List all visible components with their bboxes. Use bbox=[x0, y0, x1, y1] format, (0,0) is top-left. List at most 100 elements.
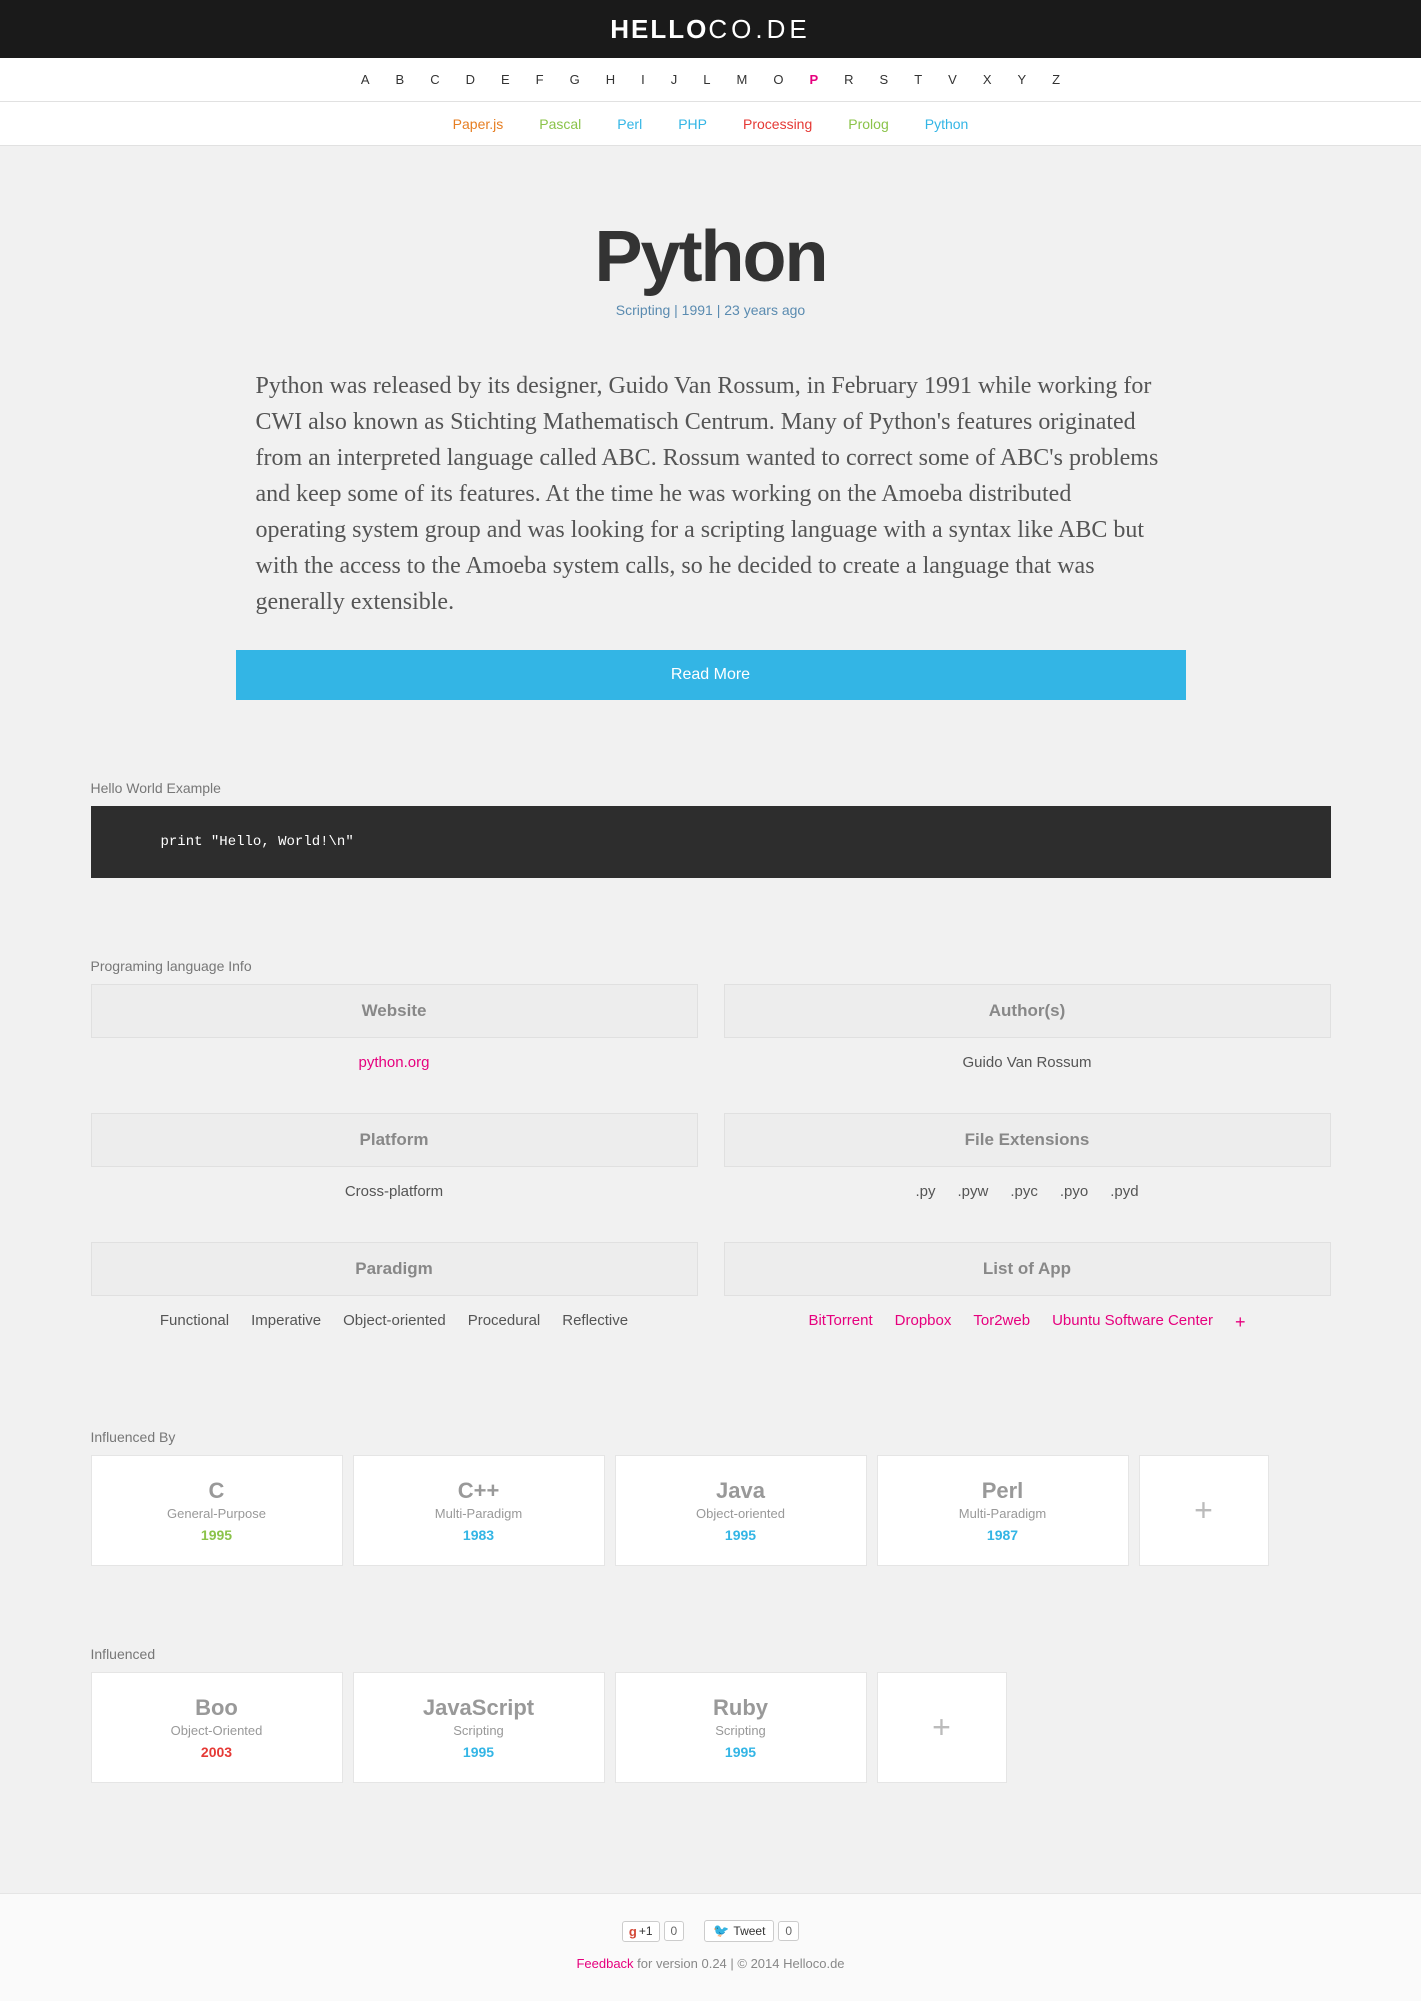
alpha-v[interactable]: V bbox=[948, 72, 957, 87]
alpha-y[interactable]: Y bbox=[1018, 72, 1027, 87]
info-value: Cross-platform bbox=[345, 1183, 443, 1200]
card-year: 1995 bbox=[624, 1744, 858, 1760]
alpha-c[interactable]: C bbox=[430, 72, 439, 87]
alpha-l[interactable]: L bbox=[703, 72, 710, 87]
card-year: 1995 bbox=[100, 1527, 334, 1543]
info-value: Procedural bbox=[468, 1312, 541, 1329]
hello-world-label: Hello World Example bbox=[91, 780, 1331, 796]
add-card-button[interactable]: + bbox=[877, 1672, 1007, 1783]
alpha-e[interactable]: E bbox=[501, 72, 510, 87]
card-tag: General-Purpose bbox=[100, 1506, 334, 1521]
info-head: Paradigm bbox=[91, 1242, 698, 1296]
info-value: Imperative bbox=[251, 1312, 321, 1329]
info-value: Guido Van Rossum bbox=[963, 1054, 1092, 1071]
footer-text: Feedback for version 0.24 | © 2014 Hello… bbox=[0, 1956, 1421, 1971]
card-year: 1995 bbox=[362, 1744, 596, 1760]
feedback-link[interactable]: Feedback bbox=[576, 1956, 633, 1971]
card-name: C bbox=[100, 1478, 334, 1504]
alpha-s[interactable]: S bbox=[880, 72, 889, 87]
alpha-f[interactable]: F bbox=[536, 72, 544, 87]
lang-card-javascript[interactable]: JavaScriptScripting1995 bbox=[353, 1672, 605, 1783]
alpha-x[interactable]: X bbox=[983, 72, 992, 87]
info-body: .py.pyw.pyc.pyo.pyd bbox=[724, 1167, 1331, 1216]
top-bar: HELLOCO.DE bbox=[0, 0, 1421, 58]
intro-paragraph: Python was released by its designer, Gui… bbox=[236, 368, 1186, 620]
info-value: .pyw bbox=[957, 1183, 988, 1200]
twitter-icon: 🐦 bbox=[713, 1923, 729, 1939]
subnav-prolog[interactable]: Prolog bbox=[848, 116, 888, 132]
add-card-button[interactable]: + bbox=[1139, 1455, 1269, 1566]
alpha-i[interactable]: I bbox=[641, 72, 645, 87]
info-value: Reflective bbox=[562, 1312, 628, 1329]
page-title: Python bbox=[0, 216, 1421, 298]
info-link[interactable]: Tor2web bbox=[973, 1312, 1030, 1333]
card-year: 1987 bbox=[886, 1527, 1120, 1543]
info-cell-website: Website python.org bbox=[91, 984, 698, 1087]
subnav-processing[interactable]: Processing bbox=[743, 116, 812, 132]
hello-world-code: print "Hello, World!\n" bbox=[91, 806, 1331, 878]
lang-card-c-[interactable]: C++Multi-Paradigm1983 bbox=[353, 1455, 605, 1566]
card-name: Boo bbox=[100, 1695, 334, 1721]
info-body: FunctionalImperativeObject-orientedProce… bbox=[91, 1296, 698, 1345]
logo-bold: HELLO bbox=[610, 14, 708, 44]
tweet-button[interactable]: 🐦Tweet 0 bbox=[704, 1920, 799, 1942]
gplus-button[interactable]: g+1 0 bbox=[622, 1920, 684, 1942]
hello-world-section: Hello World Example print "Hello, World!… bbox=[71, 780, 1351, 878]
subnav-python[interactable]: Python bbox=[925, 116, 969, 132]
alpha-j[interactable]: J bbox=[671, 72, 678, 87]
alpha-p[interactable]: P bbox=[809, 72, 818, 87]
expand-icon[interactable]: + bbox=[1235, 1312, 1246, 1333]
info-link[interactable]: python.org bbox=[359, 1054, 430, 1071]
info-link[interactable]: Ubuntu Software Center bbox=[1052, 1312, 1213, 1333]
info-link[interactable]: BitTorrent bbox=[808, 1312, 872, 1333]
info-value: .py bbox=[915, 1183, 935, 1200]
alpha-t[interactable]: T bbox=[914, 72, 922, 87]
info-head: Website bbox=[91, 984, 698, 1038]
alpha-z[interactable]: Z bbox=[1052, 72, 1060, 87]
info-value: Object-oriented bbox=[343, 1312, 446, 1329]
subnav-perl[interactable]: Perl bbox=[617, 116, 642, 132]
tweet-label: Tweet bbox=[733, 1924, 765, 1938]
influenced-by-label: Influenced By bbox=[91, 1429, 1331, 1445]
info-section: Programing language Info Website python.o… bbox=[71, 958, 1351, 1349]
lang-card-java[interactable]: JavaObject-oriented1995 bbox=[615, 1455, 867, 1566]
subnav-paper-js[interactable]: Paper.js bbox=[453, 116, 504, 132]
card-tag: Multi-Paradigm bbox=[886, 1506, 1120, 1521]
info-cell-paradigm: ParadigmFunctionalImperativeObject-orien… bbox=[91, 1242, 698, 1349]
alpha-h[interactable]: H bbox=[606, 72, 615, 87]
subnav-pascal[interactable]: Pascal bbox=[539, 116, 581, 132]
gplus-label: +1 bbox=[639, 1924, 653, 1938]
info-body: python.org bbox=[91, 1038, 698, 1087]
alpha-b[interactable]: B bbox=[396, 72, 405, 87]
info-cell-list-of-app: List of App BitTorrent Dropbox Tor2web Ubunt… bbox=[724, 1242, 1331, 1349]
alpha-r[interactable]: R bbox=[844, 72, 853, 87]
lang-card-perl[interactable]: PerlMulti-Paradigm1987 bbox=[877, 1455, 1129, 1566]
info-head: List of App bbox=[724, 1242, 1331, 1296]
card-name: C++ bbox=[362, 1478, 596, 1504]
info-head: File Extensions bbox=[724, 1113, 1331, 1167]
read-more-button[interactable]: Read More bbox=[236, 650, 1186, 700]
title-block: Python Scripting | 1991 | 23 years ago bbox=[0, 216, 1421, 318]
lang-card-boo[interactable]: BooObject-Oriented2003 bbox=[91, 1672, 343, 1783]
card-tag: Object-Oriented bbox=[100, 1723, 334, 1738]
alpha-m[interactable]: M bbox=[737, 72, 748, 87]
logo-thin: CO.DE bbox=[708, 14, 810, 44]
alpha-a[interactable]: A bbox=[361, 72, 370, 87]
card-year: 1983 bbox=[362, 1527, 596, 1543]
lang-card-c[interactable]: C General-Purpose 1995 bbox=[91, 1455, 343, 1566]
subnav-php[interactable]: PHP bbox=[678, 116, 707, 132]
alpha-d[interactable]: D bbox=[466, 72, 475, 87]
info-body: BitTorrent Dropbox Tor2web Ubuntu Software … bbox=[724, 1296, 1331, 1349]
info-label: Programing language Info bbox=[91, 958, 1331, 974]
influenced-section: Influenced BooObject-Oriented2003JavaScr… bbox=[71, 1646, 1351, 1783]
info-link[interactable]: Dropbox bbox=[895, 1312, 952, 1333]
logo[interactable]: HELLOCO.DE bbox=[610, 14, 810, 45]
info-cell-platform: PlatformCross-platform bbox=[91, 1113, 698, 1216]
card-name: Ruby bbox=[624, 1695, 858, 1721]
influenced-label: Influenced bbox=[91, 1646, 1331, 1662]
lang-card-ruby[interactable]: RubyScripting1995 bbox=[615, 1672, 867, 1783]
info-cell-file-extensions: File Extensions.py.pyw.pyc.pyo.pyd bbox=[724, 1113, 1331, 1216]
alpha-o[interactable]: O bbox=[773, 72, 783, 87]
alpha-g[interactable]: G bbox=[570, 72, 580, 87]
plus-icon: + bbox=[932, 1709, 951, 1746]
